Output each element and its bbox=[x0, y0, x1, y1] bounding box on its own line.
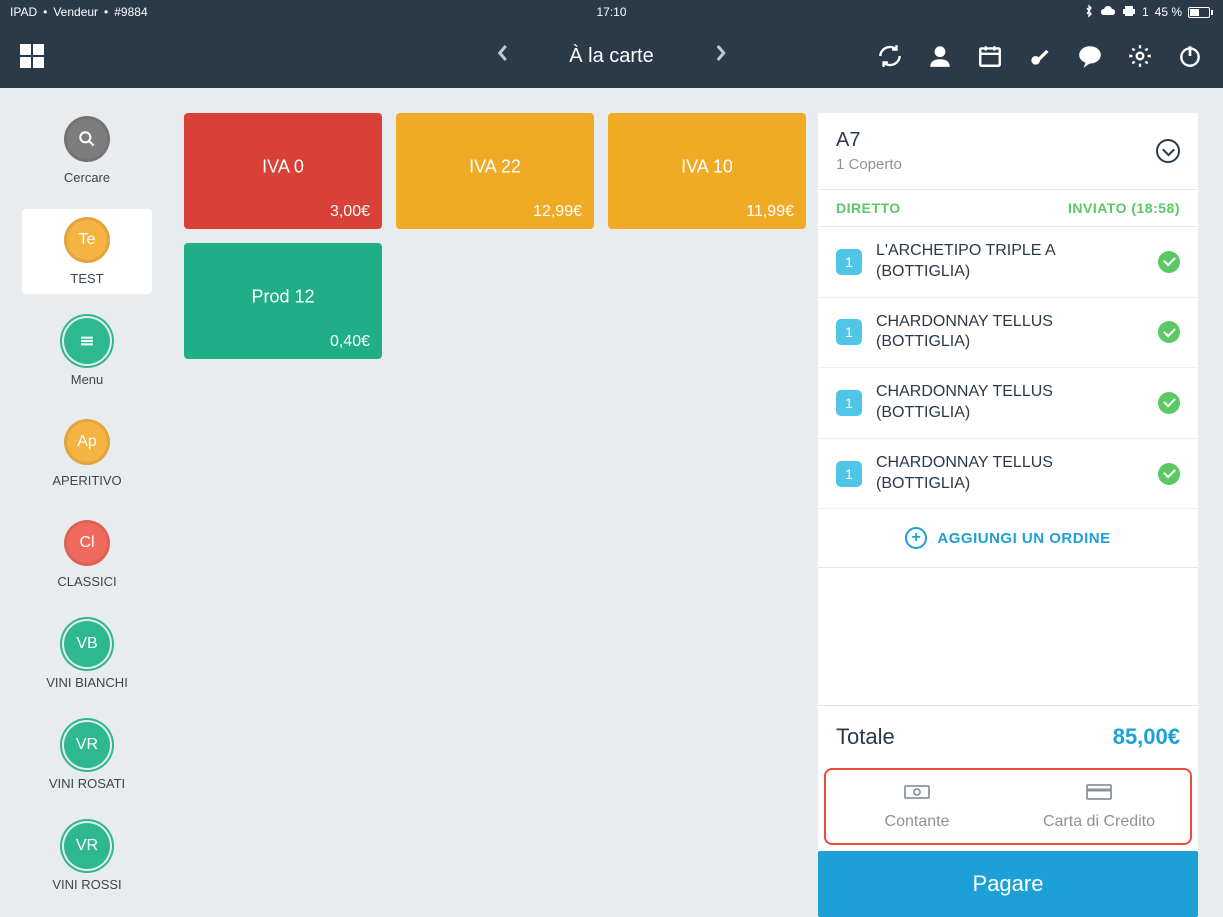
item-name: CHARDONNAY TELLUS (BOTTIGLIA) bbox=[876, 382, 1144, 424]
status-bar: IPAD • Vendeur • #9884 17:10 1 45 % bbox=[0, 0, 1223, 24]
next-button[interactable] bbox=[714, 43, 728, 69]
category-sidebar: Cercare Te TEST Menu Ap APERITIVO Cl CLASSICI VB… bbox=[0, 88, 174, 917]
product-name: IVA 22 bbox=[469, 156, 521, 177]
category-label: Menu bbox=[71, 372, 104, 387]
qty-badge: 1 bbox=[836, 249, 862, 275]
check-icon bbox=[1158, 392, 1180, 414]
product-price: 0,40€ bbox=[330, 333, 370, 351]
category-item-VINI ROSATI[interactable]: VR VINI ROSATI bbox=[22, 714, 152, 799]
add-order-button[interactable]: + AGGIUNGI UN ORDINE bbox=[818, 509, 1198, 568]
calendar-icon[interactable] bbox=[977, 43, 1003, 69]
product-card[interactable]: IVA 10 11,99€ bbox=[608, 113, 806, 229]
check-icon bbox=[1158, 251, 1180, 273]
category-label: Cercare bbox=[64, 170, 110, 185]
add-order-label: AGGIUNGI UN ORDINE bbox=[937, 530, 1110, 547]
cloud-icon bbox=[1100, 5, 1116, 20]
page-title: À la carte bbox=[569, 45, 653, 68]
battery-percent: 45 % bbox=[1155, 5, 1182, 19]
battery-count: 1 bbox=[1142, 5, 1149, 19]
plus-circle-icon: + bbox=[905, 527, 927, 549]
order-status-right: INVIATO (18:58) bbox=[1068, 200, 1180, 216]
pay-card-button[interactable]: Carta di Credito bbox=[1008, 770, 1190, 843]
prev-button[interactable] bbox=[495, 43, 509, 69]
user-icon[interactable] bbox=[927, 43, 953, 69]
product-price: 3,00€ bbox=[330, 203, 370, 221]
qty-badge: 1 bbox=[836, 461, 862, 487]
pay-cash-button[interactable]: Contante bbox=[826, 770, 1008, 843]
payment-methods: Contante Carta di Credito bbox=[824, 768, 1192, 845]
check-icon bbox=[1158, 463, 1180, 485]
product-grid: IVA 0 3,00€ IVA 22 12,99€ IVA 10 11,99€ Prod 1… bbox=[174, 88, 818, 917]
item-name: L'ARCHETIPO TRIPLE A (BOTTIGLIA) bbox=[876, 241, 1144, 283]
apps-grid-icon[interactable] bbox=[20, 44, 44, 68]
category-circle: Cl bbox=[64, 520, 110, 566]
order-status-left: DIRETTO bbox=[836, 200, 901, 216]
app-header: À la carte bbox=[0, 24, 1223, 88]
key-icon[interactable] bbox=[1027, 43, 1053, 69]
product-card[interactable]: IVA 22 12,99€ bbox=[396, 113, 594, 229]
device-name: IPAD bbox=[10, 5, 37, 19]
user-name: Vendeur bbox=[53, 5, 98, 19]
category-item-VINI BIANCHI[interactable]: VB VINI BIANCHI bbox=[22, 613, 152, 698]
category-label: VINI ROSATI bbox=[49, 776, 125, 791]
status-time: 17:10 bbox=[596, 5, 626, 19]
check-icon bbox=[1158, 321, 1180, 343]
category-label: TEST bbox=[70, 271, 103, 286]
table-number: A7 bbox=[836, 129, 902, 152]
pay-card-label: Carta di Credito bbox=[1043, 813, 1155, 831]
sync-icon[interactable] bbox=[877, 43, 903, 69]
category-circle: Te bbox=[64, 217, 110, 263]
order-item[interactable]: 1 CHARDONNAY TELLUS (BOTTIGLIA) bbox=[818, 439, 1198, 510]
expand-order-icon[interactable] bbox=[1156, 139, 1180, 163]
chat-icon[interactable] bbox=[1077, 43, 1103, 69]
category-item-TEST[interactable]: Te TEST bbox=[22, 209, 152, 294]
category-label: VINI BIANCHI bbox=[46, 675, 128, 690]
product-name: Prod 12 bbox=[251, 286, 314, 307]
total-label: Totale bbox=[836, 724, 895, 750]
category-item-VINI ROSSI[interactable]: VR VINI ROSSI bbox=[22, 815, 152, 900]
product-card[interactable]: IVA 0 3,00€ bbox=[184, 113, 382, 229]
pay-button-label: Pagare bbox=[973, 871, 1044, 896]
total-value: 85,00€ bbox=[1113, 724, 1180, 750]
category-item-Menu[interactable]: Menu bbox=[22, 310, 152, 395]
covers-count: 1 Coperto bbox=[836, 156, 902, 173]
battery-icon bbox=[1188, 7, 1213, 18]
printer-icon bbox=[1122, 5, 1136, 20]
category-label: CLASSICI bbox=[57, 574, 116, 589]
item-name: CHARDONNAY TELLUS (BOTTIGLIA) bbox=[876, 453, 1144, 495]
category-circle: VB bbox=[64, 621, 110, 667]
order-item[interactable]: 1 CHARDONNAY TELLUS (BOTTIGLIA) bbox=[818, 298, 1198, 369]
category-circle: VR bbox=[64, 823, 110, 869]
order-panel: A7 1 Coperto DIRETTO INVIATO (18:58) 1 L'… bbox=[818, 113, 1198, 917]
product-name: IVA 0 bbox=[262, 156, 304, 177]
product-name: IVA 10 bbox=[681, 156, 733, 177]
qty-badge: 1 bbox=[836, 390, 862, 416]
category-item-APERITIVO[interactable]: Ap APERITIVO bbox=[22, 411, 152, 496]
item-name: CHARDONNAY TELLUS (BOTTIGLIA) bbox=[876, 312, 1144, 354]
power-icon[interactable] bbox=[1177, 43, 1203, 69]
menu-icon bbox=[64, 318, 110, 364]
category-item-Cercare[interactable]: Cercare bbox=[22, 108, 152, 193]
category-item-CLASSICI[interactable]: Cl CLASSICI bbox=[22, 512, 152, 597]
order-item[interactable]: 1 CHARDONNAY TELLUS (BOTTIGLIA) bbox=[818, 368, 1198, 439]
category-label: APERITIVO bbox=[52, 473, 121, 488]
category-circle: VR bbox=[64, 722, 110, 768]
category-label: VINI ROSSI bbox=[52, 877, 121, 892]
gear-icon[interactable] bbox=[1127, 43, 1153, 69]
product-price: 12,99€ bbox=[533, 203, 582, 221]
product-card[interactable]: Prod 12 0,40€ bbox=[184, 243, 382, 359]
product-price: 11,99€ bbox=[746, 203, 794, 221]
bluetooth-icon bbox=[1084, 4, 1094, 21]
pay-button[interactable]: Pagare bbox=[818, 851, 1198, 917]
cash-icon bbox=[903, 782, 931, 807]
search-icon bbox=[64, 116, 110, 162]
qty-badge: 1 bbox=[836, 319, 862, 345]
card-icon bbox=[1085, 782, 1113, 807]
pay-cash-label: Contante bbox=[885, 813, 950, 831]
category-circle: Ap bbox=[64, 419, 110, 465]
session-id: #9884 bbox=[114, 5, 147, 19]
order-item[interactable]: 1 L'ARCHETIPO TRIPLE A (BOTTIGLIA) bbox=[818, 227, 1198, 298]
